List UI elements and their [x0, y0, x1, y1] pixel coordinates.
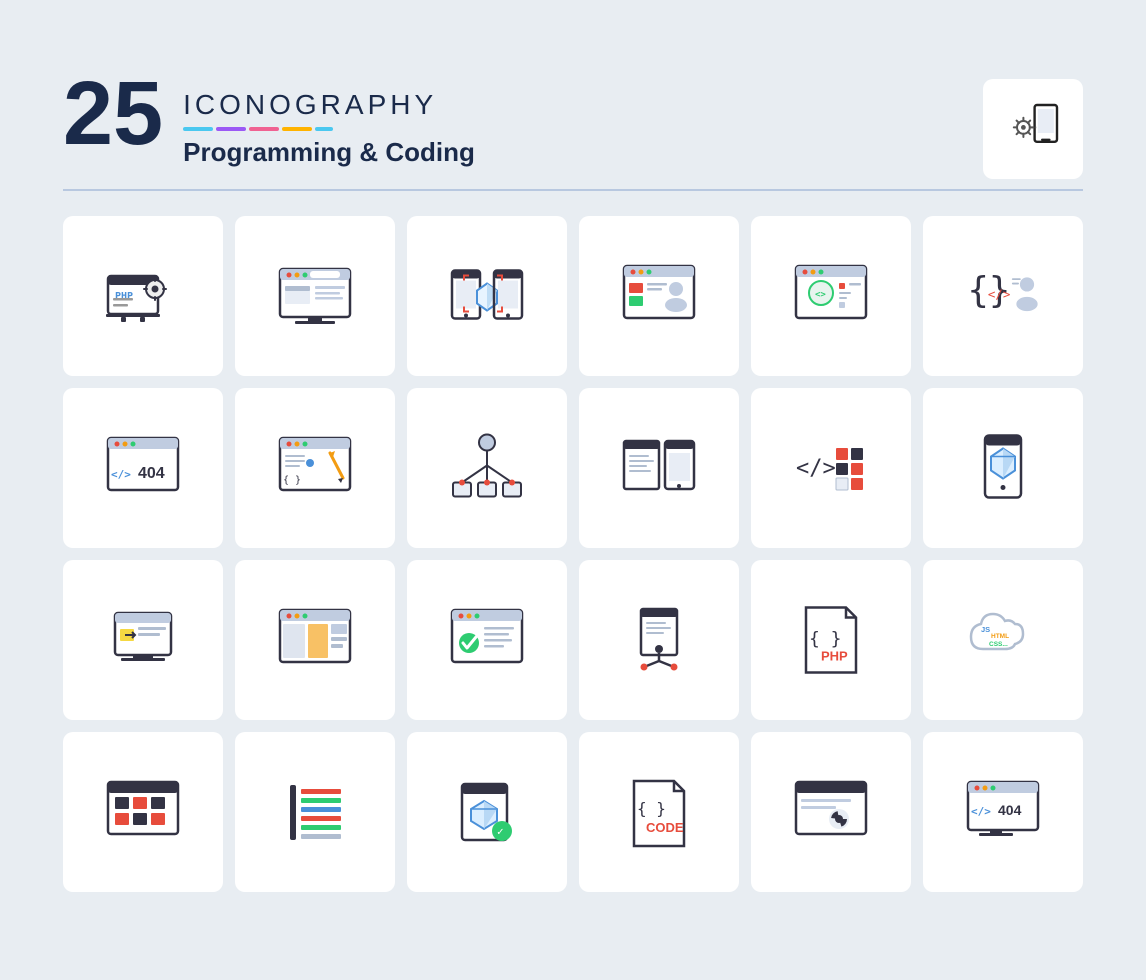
svg-text:404: 404	[998, 802, 1022, 818]
icon-file-fork	[579, 560, 739, 720]
header: 25 ICONOGRAPHY Programming & Coding	[63, 79, 1083, 179]
icon-web-code: <>	[751, 216, 911, 376]
svg-text:</>: </>	[111, 468, 131, 481]
icon-browser-check	[407, 560, 567, 720]
header-text: ICONOGRAPHY Programming & Coding	[183, 79, 475, 168]
svg-text:CODE: CODE	[646, 820, 684, 835]
svg-text:✓: ✓	[497, 825, 504, 838]
rainbow-line	[183, 127, 475, 131]
icon-browser-grid	[63, 732, 223, 892]
icon-browser-settings	[751, 732, 911, 892]
header-divider	[63, 189, 1083, 191]
svg-text:404: 404	[138, 465, 165, 482]
main-container: 25 ICONOGRAPHY Programming & Coding	[23, 49, 1123, 932]
icon-code-editor: { }	[235, 388, 395, 548]
icon-mobile-gem	[923, 388, 1083, 548]
preview-icon-box	[983, 79, 1083, 179]
icon-network-tree	[407, 388, 567, 548]
icon-404-error: </> 404	[63, 388, 223, 548]
icon-monitor-404: </> 404	[923, 732, 1083, 892]
icon-grid: PHP	[63, 216, 1083, 892]
svg-text:</>: </>	[988, 286, 1010, 301]
svg-text:{ }: { }	[283, 475, 301, 486]
svg-text:JS: JS	[981, 625, 990, 634]
svg-text:</>: </>	[796, 456, 836, 481]
header-number: 25	[63, 69, 163, 159]
icon-browser-panel	[235, 560, 395, 720]
svg-text:</>: </>	[971, 805, 991, 818]
icon-mobile-doc	[579, 388, 739, 548]
icon-mobile-ar	[407, 216, 567, 376]
icon-cloud-code: JS HTML CSS...	[923, 560, 1083, 720]
icon-php-file: { } PHP	[751, 560, 911, 720]
icon-gem-document: ✓	[407, 732, 567, 892]
icon-monitor-browser	[235, 216, 395, 376]
icon-code-developer: {} </>	[923, 216, 1083, 376]
svg-text:PHP: PHP	[821, 648, 848, 663]
svg-text:{ }: { }	[809, 628, 842, 649]
icon-monitor-redirect	[63, 560, 223, 720]
svg-text:{ }: { }	[637, 799, 666, 818]
svg-text:CSS...: CSS...	[989, 641, 1008, 648]
header-iconography: ICONOGRAPHY	[183, 89, 475, 121]
svg-text:<>: <>	[815, 290, 826, 300]
icon-list-code	[235, 732, 395, 892]
icon-code-file: { } CODE	[579, 732, 739, 892]
header-subtitle: Programming & Coding	[183, 137, 475, 168]
svg-text:HTML: HTML	[991, 633, 1009, 640]
icon-web-user	[579, 216, 739, 376]
icon-php-settings: PHP	[63, 216, 223, 376]
icon-grid-code: </>	[751, 388, 911, 548]
